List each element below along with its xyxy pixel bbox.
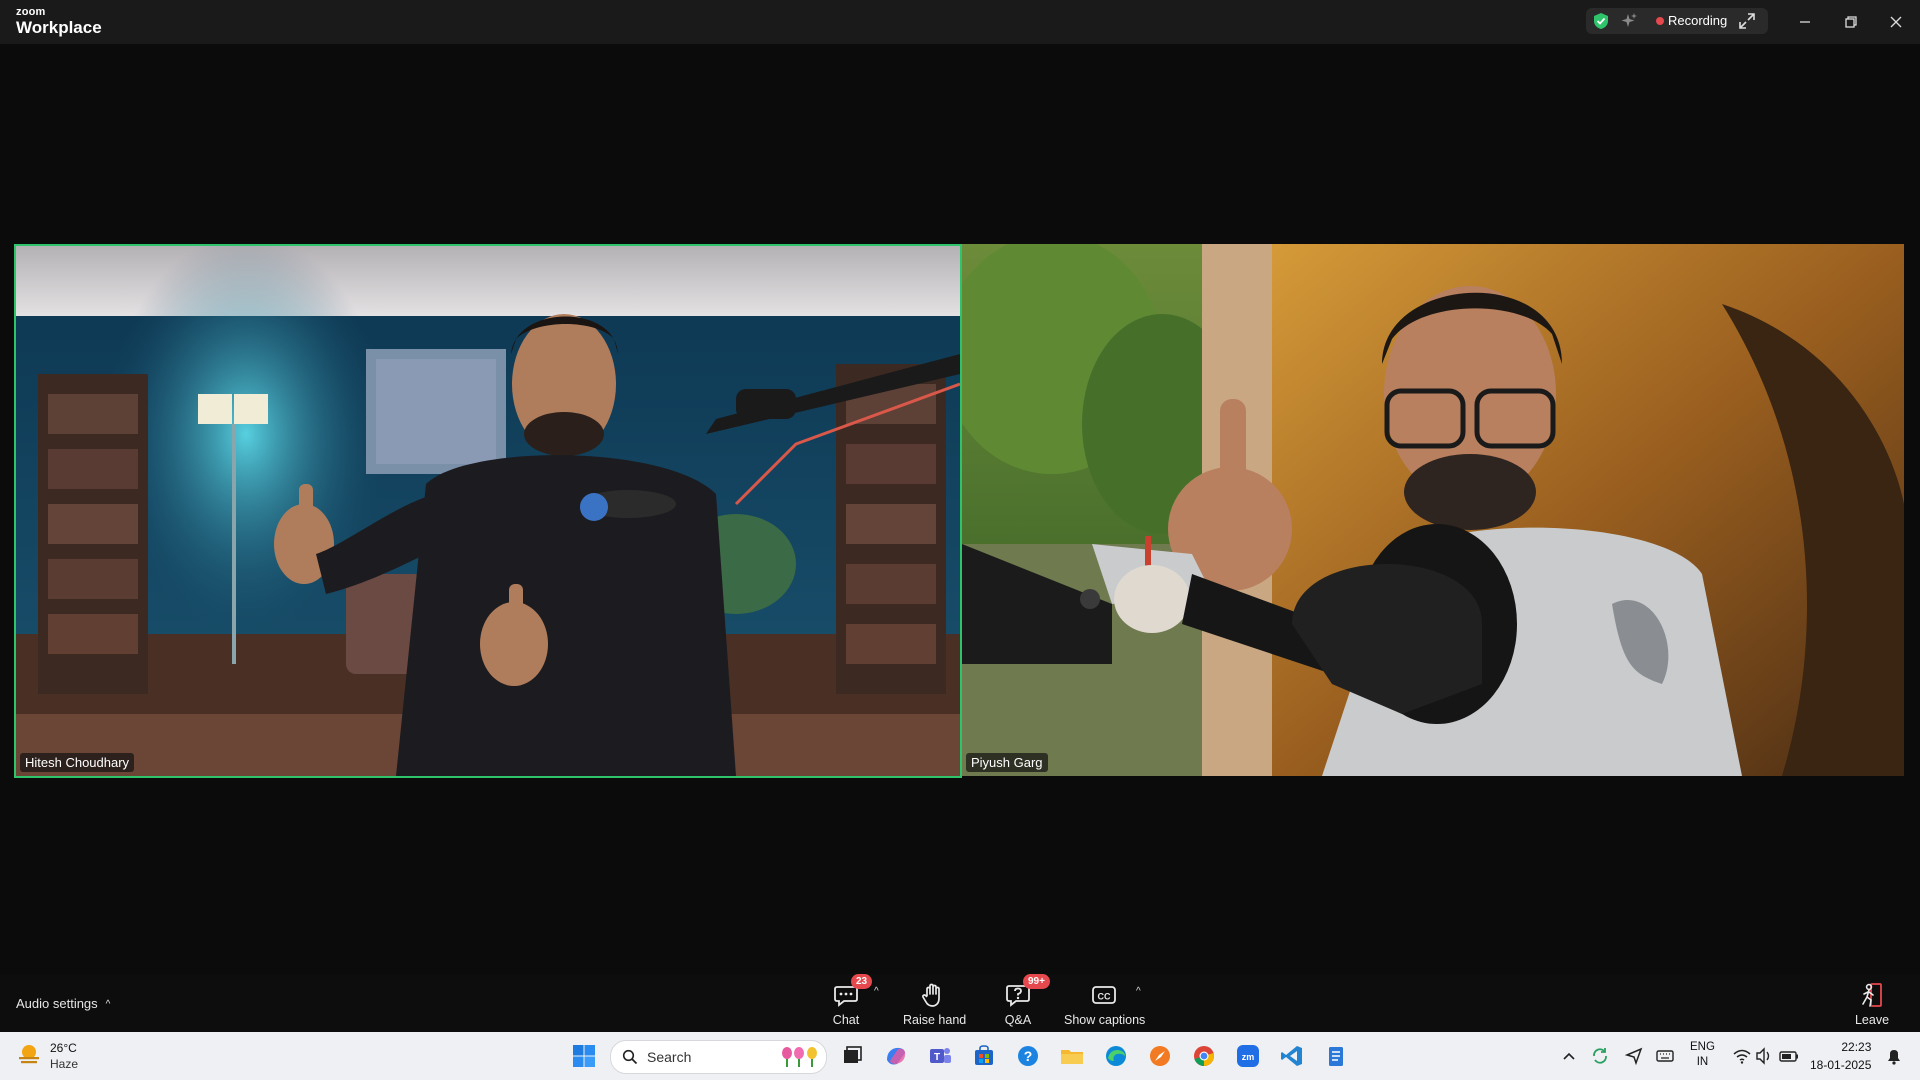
svg-text:CC: CC [1098,992,1111,1002]
file-explorer-icon[interactable] [1058,1042,1086,1070]
show-captions-label: Show captions [1064,1013,1146,1027]
haze-sun-icon [19,1045,39,1064]
captions-icon: CC [1089,980,1119,1010]
copilot-icon[interactable] [882,1042,910,1070]
qa-unread-badge: 99+ [1023,974,1050,989]
participant-video-feed [16,244,960,776]
location-icon[interactable] [1624,1042,1644,1075]
chat-label: Chat [832,1013,860,1027]
logo-bottom-text: Workplace [16,18,102,37]
title-bar: zoom Workplace Recording [0,0,1920,44]
search-placeholder: Search [647,1049,692,1065]
chat-options-chevron-icon[interactable]: ^ [874,986,879,997]
chevron-up-icon[interactable]: ^ [106,999,111,1010]
edge-icon[interactable] [1102,1042,1130,1070]
participant-name-tag: Piyush Garg [966,753,1048,772]
logo-top-text: zoom [16,6,46,18]
participant-name-tag: Hitesh Choudhary [20,753,135,772]
chat-unread-badge: 23 [851,974,873,989]
keyboard-icon[interactable] [1655,1042,1675,1075]
recording-dot [1656,17,1664,25]
svg-text:T: T [934,1052,940,1063]
svg-text:zm: zm [1242,1052,1255,1062]
raise-hand-icon [918,980,948,1010]
help-icon[interactable]: ? [1014,1042,1042,1070]
battery-icon[interactable] [1778,1042,1800,1075]
teams-icon[interactable]: T [926,1042,954,1070]
task-view-icon[interactable] [838,1042,866,1070]
restore-icon[interactable] [1839,10,1863,34]
qa-label: Q&A [1004,1013,1032,1027]
system-clock[interactable]: 22:23 18-01-2025 [1810,1038,1871,1074]
captions-options-chevron-icon[interactable]: ^ [1136,986,1141,997]
clock-time: 22:23 [1841,1040,1872,1054]
show-hidden-icons-chevron-icon[interactable] [1560,1042,1578,1075]
close-icon[interactable] [1884,10,1908,34]
audio-settings-button[interactable]: Audio settings ^ [16,996,110,1011]
leave-button[interactable]: Leave [1852,980,1892,1027]
search-icon [622,1049,638,1065]
vscode-icon[interactable] [1278,1042,1306,1070]
notifications-icon[interactable] [1884,1042,1904,1075]
wifi-icon[interactable] [1732,1042,1752,1075]
security-shield-icon[interactable] [1592,12,1610,30]
qa-icon: 99+ [1003,974,1050,1010]
clock-date: 18-01-2025 [1810,1058,1872,1072]
input-language-indicator[interactable]: ENG IN [1690,1040,1715,1070]
zoom-icon[interactable]: zm [1234,1042,1262,1070]
weather-widget[interactable]: 26°C Haze [16,1041,78,1072]
weather-temperature: 26°C [50,1041,77,1055]
taskbar-search-box[interactable]: Search [610,1040,827,1074]
store-icon[interactable] [970,1042,998,1070]
qa-button[interactable]: 99+ Q&A [1000,974,1050,1027]
leave-label: Leave [1854,1013,1890,1027]
raise-hand-label: Raise hand [903,1013,967,1027]
expand-icon[interactable] [1738,12,1756,30]
leave-icon [1857,980,1887,1010]
ai-companion-icon[interactable] [1620,12,1638,30]
zoom-workplace-logo: zoom Workplace [16,6,102,37]
raise-hand-button[interactable]: Raise hand [903,980,967,1027]
sync-icon[interactable] [1590,1042,1610,1075]
video-tile-piyush[interactable]: Piyush Garg [962,244,1904,776]
volume-icon[interactable] [1754,1042,1774,1075]
chat-button[interactable]: 23 Chat [826,974,873,1027]
windows-taskbar: 26°C Haze Search T ? zm ENG IN 22:23 18-… [0,1032,1920,1080]
svg-text:?: ? [1024,1048,1033,1064]
chrome-icon[interactable] [1190,1042,1218,1070]
weather-condition: Haze [50,1057,79,1071]
notepad-icon[interactable] [1322,1042,1350,1070]
video-tile-hitesh[interactable]: Hitesh Choudhary [16,244,960,776]
meeting-controls-bar: Audio settings ^ 23 Chat ^ Raise hand 99+… [0,974,1920,1032]
participant-video-feed [962,244,1904,776]
audio-settings-label: Audio settings [16,996,98,1011]
region-code: IN [1696,1056,1709,1068]
chat-icon: 23 [831,974,873,1010]
tulips-decoration-icon [782,1047,817,1067]
compass-icon[interactable] [1146,1042,1174,1070]
recording-label[interactable]: Recording [1668,13,1727,28]
show-captions-button[interactable]: CC Show captions [1064,980,1146,1027]
minimize-icon[interactable] [1793,10,1817,34]
language-code: ENG [1690,1041,1715,1053]
windows-start-icon[interactable] [570,1042,598,1070]
